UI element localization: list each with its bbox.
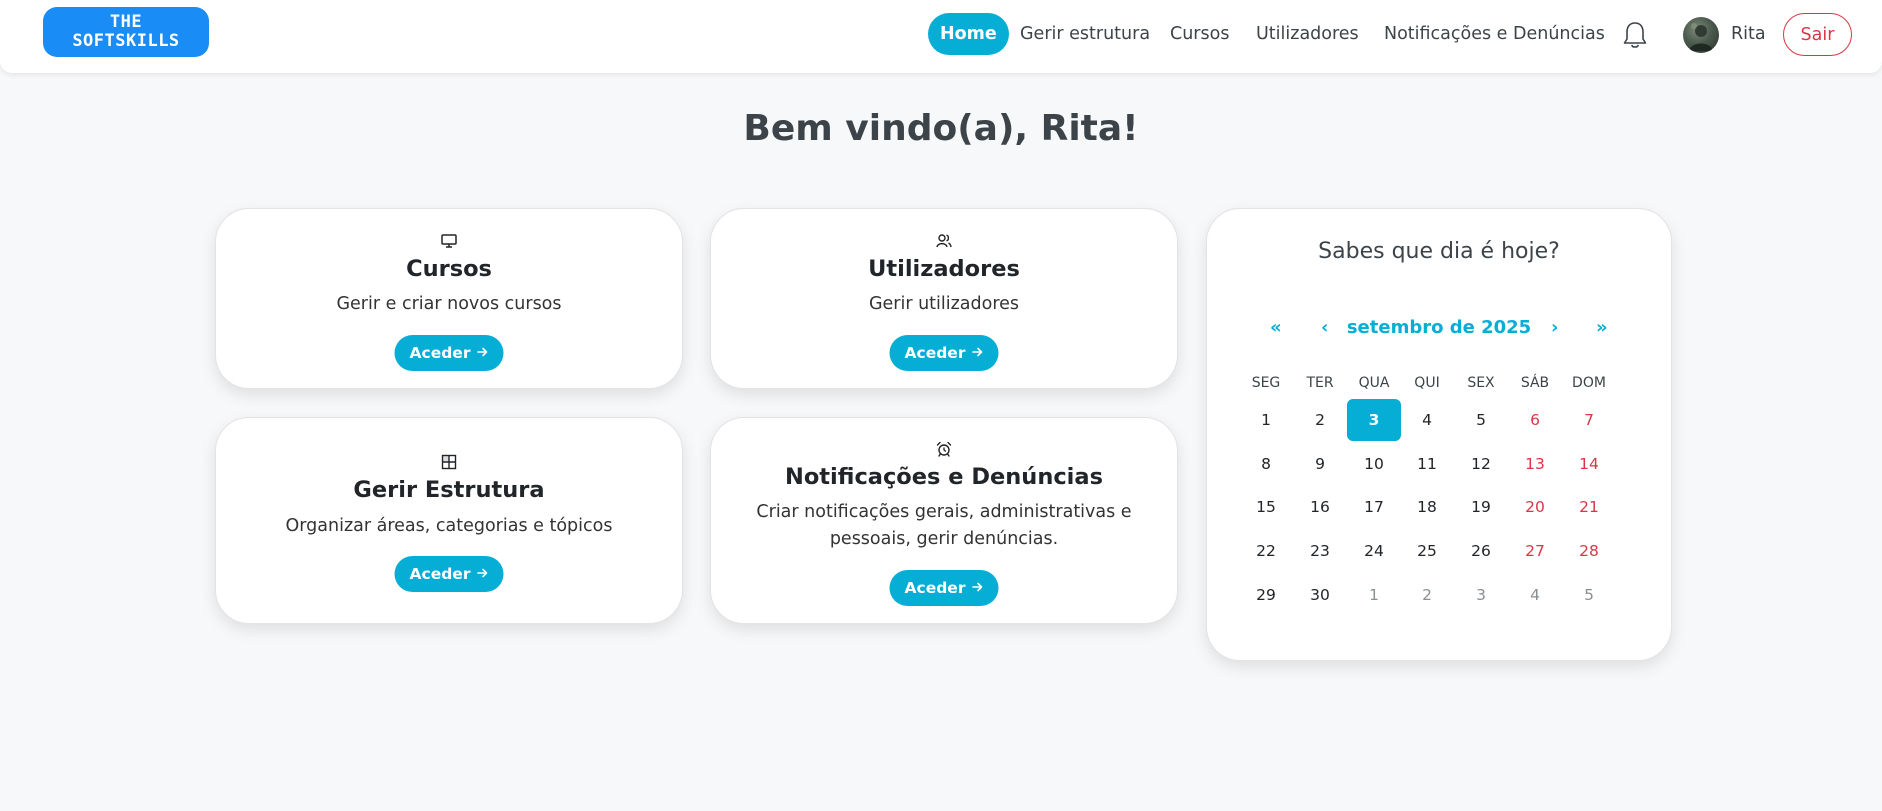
card-gerir-estrutura: Gerir Estrutura Organizar áreas, categor… bbox=[215, 417, 683, 624]
nav-home[interactable]: Home bbox=[928, 13, 1009, 55]
brand-line-1: THE bbox=[109, 12, 143, 32]
aceder-cursos-button[interactable]: Aceder bbox=[394, 335, 504, 371]
user-name[interactable]: Rita bbox=[1731, 13, 1766, 55]
nav-notificacoes[interactable]: Notificações e Denúncias bbox=[1384, 13, 1605, 55]
nav-gerir-estrutura[interactable]: Gerir estrutura bbox=[1020, 13, 1150, 55]
card-notificacoes: Notificações e Denúncias Criar notificaç… bbox=[710, 417, 1178, 624]
calendar-day[interactable]: 28 bbox=[1562, 530, 1616, 572]
calendar-day[interactable]: 29 bbox=[1239, 574, 1293, 616]
calendar-day[interactable]: 1 bbox=[1347, 574, 1401, 616]
calendar-day[interactable]: 5 bbox=[1562, 574, 1616, 616]
calendar-day[interactable]: 5 bbox=[1454, 399, 1508, 441]
calendar-day[interactable]: 3 bbox=[1454, 574, 1508, 616]
calendar-day[interactable]: 4 bbox=[1508, 574, 1562, 616]
weekday-label: QUI bbox=[1414, 375, 1440, 391]
button-label: Aceder bbox=[904, 344, 966, 362]
nav-utilizadores[interactable]: Utilizadores bbox=[1256, 13, 1359, 55]
calendar-card: Sabes que dia é hoje? « ‹ setembro de 20… bbox=[1206, 208, 1672, 661]
calendar-day[interactable]: 18 bbox=[1400, 486, 1454, 528]
calendar-day[interactable]: 30 bbox=[1293, 574, 1347, 616]
calendar-title: Sabes que dia é hoje? bbox=[1318, 239, 1560, 264]
calendar-day[interactable]: 27 bbox=[1508, 530, 1562, 572]
card-cursos: Cursos Gerir e criar novos cursos Aceder bbox=[215, 208, 683, 389]
card-description: Organizar áreas, categorias e tópicos bbox=[285, 516, 613, 536]
weekday-label: QUA bbox=[1358, 375, 1390, 391]
aceder-estrutura-button[interactable]: Aceder bbox=[394, 556, 504, 592]
weekday-label: SÁB bbox=[1520, 375, 1550, 391]
calendar-day[interactable]: 9 bbox=[1293, 443, 1347, 485]
button-label: Aceder bbox=[904, 579, 966, 597]
card-description: Gerir e criar novos cursos bbox=[336, 294, 562, 314]
weekday-label: TER bbox=[1306, 375, 1334, 391]
weekday-label: SEG bbox=[1251, 375, 1281, 391]
button-label: Aceder bbox=[409, 565, 471, 583]
logout-button[interactable]: Sair bbox=[1783, 13, 1852, 56]
page-title: Bem vindo(a), Rita! bbox=[743, 108, 1139, 149]
alarm-icon bbox=[711, 440, 1177, 458]
card-utilizadores: Utilizadores Gerir utilizadores Aceder bbox=[710, 208, 1178, 389]
card-title: Utilizadores bbox=[868, 256, 1020, 282]
calendar-day[interactable]: 11 bbox=[1400, 443, 1454, 485]
card-title: Cursos bbox=[406, 256, 492, 282]
grid-icon bbox=[216, 453, 682, 471]
calendar-day[interactable]: 15 bbox=[1239, 486, 1293, 528]
nav-cursos[interactable]: Cursos bbox=[1170, 13, 1229, 55]
next-month-button[interactable]: › bbox=[1551, 317, 1558, 338]
calendar-day[interactable]: 2 bbox=[1400, 574, 1454, 616]
arrow-right-icon bbox=[476, 344, 488, 362]
calendar-day[interactable]: 20 bbox=[1508, 486, 1562, 528]
calendar-day[interactable]: 23 bbox=[1293, 530, 1347, 572]
bell-icon[interactable] bbox=[1620, 19, 1650, 51]
arrow-right-icon bbox=[476, 565, 488, 583]
calendar-day[interactable]: 6 bbox=[1508, 399, 1562, 441]
aceder-utilizadores-button[interactable]: Aceder bbox=[889, 335, 999, 371]
card-title: Gerir Estrutura bbox=[353, 477, 545, 503]
brand-line-2: SOFTSKILLS bbox=[72, 31, 180, 51]
weekday-label: DOM bbox=[1572, 375, 1606, 391]
calendar-day[interactable]: 12 bbox=[1454, 443, 1508, 485]
calendar-day[interactable]: 25 bbox=[1400, 530, 1454, 572]
calendar-day[interactable]: 14 bbox=[1562, 443, 1616, 485]
calendar-day[interactable]: 22 bbox=[1239, 530, 1293, 572]
card-title: Notificações e Denúncias bbox=[785, 464, 1103, 490]
arrow-right-icon bbox=[971, 344, 983, 362]
calendar-day[interactable]: 17 bbox=[1347, 486, 1401, 528]
calendar-day[interactable]: 13 bbox=[1508, 443, 1562, 485]
arrow-right-icon bbox=[971, 579, 983, 597]
calendar-day[interactable]: 2 bbox=[1293, 399, 1347, 441]
monitor-icon bbox=[216, 232, 682, 250]
calendar-day[interactable]: 4 bbox=[1400, 399, 1454, 441]
weekday-label: SEX bbox=[1467, 375, 1495, 391]
calendar-day[interactable]: 26 bbox=[1454, 530, 1508, 572]
calendar-day[interactable]: 19 bbox=[1454, 486, 1508, 528]
button-label: Aceder bbox=[409, 344, 471, 362]
user-avatar[interactable] bbox=[1683, 17, 1719, 53]
top-navbar: THE SOFTSKILLS Home Gerir estrutura Curs… bbox=[0, 0, 1882, 73]
card-description: Criar notificações gerais, administrativ… bbox=[756, 502, 1132, 549]
aceder-notificacoes-button[interactable]: Aceder bbox=[889, 570, 999, 606]
calendar-day[interactable]: 10 bbox=[1347, 443, 1401, 485]
calendar-day[interactable]: 7 bbox=[1562, 399, 1616, 441]
brand-logo[interactable]: THE SOFTSKILLS bbox=[43, 7, 209, 57]
card-description: Gerir utilizadores bbox=[868, 294, 1020, 314]
calendar-day[interactable]: 21 bbox=[1562, 486, 1616, 528]
calendar-day-today[interactable]: 3 bbox=[1347, 399, 1401, 441]
users-icon bbox=[711, 232, 1177, 250]
calendar-day[interactable]: 16 bbox=[1293, 486, 1347, 528]
calendar-day[interactable]: 8 bbox=[1239, 443, 1293, 485]
calendar-day[interactable]: 24 bbox=[1347, 530, 1401, 572]
next-year-button[interactable]: » bbox=[1596, 317, 1608, 338]
calendar-day[interactable]: 1 bbox=[1239, 399, 1293, 441]
